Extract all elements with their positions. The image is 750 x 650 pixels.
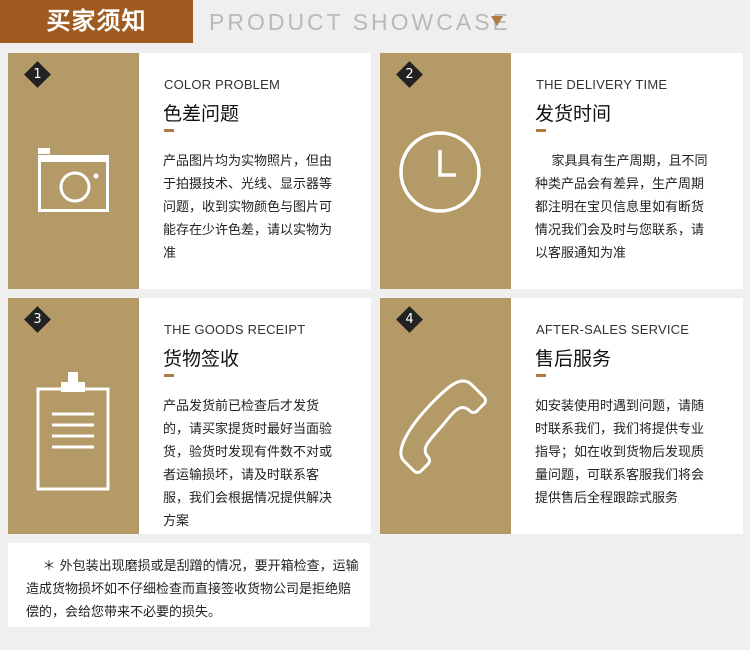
title-underline <box>536 129 546 132</box>
title-underline <box>164 374 174 377</box>
card-color-problem: 1 COLOR PROBLEM 色差问题 产品图片均为实物照片，但由于拍摄技术、… <box>8 53 371 289</box>
packaging-note: ＊ 外包装出现磨损或是刮蹭的情况，要开箱检查，运输造成货物损坏如不仔细检查而直接… <box>8 543 370 627</box>
title-underline <box>164 129 174 132</box>
card-goods-receipt: 3 THE GOODS RECEIPT 货物签收 产品发货前已检查后才发货的，请… <box>8 298 371 534</box>
header-bar: 买家须知 PRODUCT SHOWCASE <box>0 0 750 43</box>
card-en-title: AFTER-SALES SERVICE <box>536 322 690 337</box>
camera-icon <box>38 148 109 212</box>
card-after-sales: 4 AFTER-SALES SERVICE 售后服务 如安装使用时遇到问题，请随… <box>380 298 743 534</box>
title-underline <box>536 374 546 377</box>
clock-icon <box>399 131 481 213</box>
header-title: PRODUCT SHOWCASE <box>209 9 511 35</box>
card-en-title: THE GOODS RECEIPT <box>164 322 306 337</box>
header-badge: 买家须知 <box>0 0 193 43</box>
clipboard-icon <box>36 372 110 491</box>
note-text: ＊ 外包装出现磨损或是刮蹭的情况，要开箱检查，运输造成货物损坏如不仔细检查而直接… <box>26 559 359 620</box>
card-en-title: COLOR PROBLEM <box>164 77 281 92</box>
card-icon-panel: 2 <box>380 53 511 289</box>
card-description: 如安装使用时遇到问题，请随时联系我们，我们将提供专业指导；如在收到货物后发现质量… <box>535 399 705 506</box>
card-cn-title: 售后服务 <box>535 348 612 370</box>
card-description: 产品发货前已检查后才发货的，请买家提货时最好当面验货，验货时发现有件数不对或者运… <box>163 399 333 529</box>
card-description: 家具具有生产周期，且不同种类产品会有差异，生产周期都注明在宝贝信息里如有断货情况… <box>535 154 708 261</box>
phone-icon <box>399 379 487 474</box>
triangle-down-icon <box>491 16 503 26</box>
card-icon-panel: 1 <box>8 53 139 289</box>
card-cn-title: 货物签收 <box>163 348 240 370</box>
card-description: 产品图片均为实物照片，但由于拍摄技术、光线、显示器等问题，收到实物颜色与图片可能… <box>163 154 333 261</box>
card-icon-panel: 4 <box>380 298 511 534</box>
card-en-title: THE DELIVERY TIME <box>536 77 668 92</box>
card-cn-title: 色差问题 <box>163 103 240 125</box>
card-icon-panel: 3 <box>8 298 139 534</box>
card-cn-title: 发货时间 <box>535 103 612 125</box>
card-delivery-time: 2 THE DELIVERY TIME 发货时间 家具具有生产周期，且不同种类产… <box>380 53 743 289</box>
